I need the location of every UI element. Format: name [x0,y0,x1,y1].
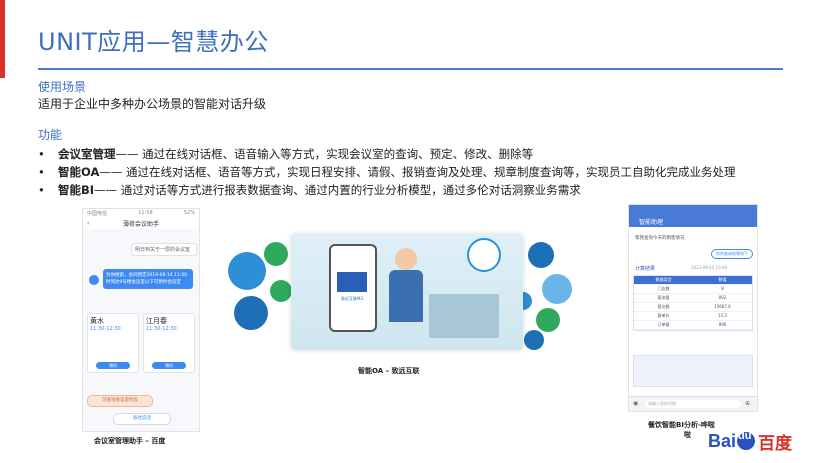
bi-caption-line1: 餐饮智能BI分析-哗啦 [648,421,715,429]
table-cell: 13687.6 [714,304,731,309]
battery-label: 52% [183,210,195,216]
table-cell: 数值 [718,277,727,282]
bubble-circle [228,252,266,290]
bi-assistant-screenshot: 智能助理 帮我查询今天的销售情况 你的查询结果如下 计算结果 2023-09-2… [628,204,758,412]
bot-message: 为你搜索，会同预定2019-08-14 11:00时到达9号楼会议室以下可预约会… [103,269,193,289]
nav-title: 薄荷会议助手 [122,220,159,228]
presenter-head-icon [395,248,417,270]
table-row: 门店数 8 [634,285,752,294]
table-row: 客单价 15.3 [634,312,752,321]
status-bar: 中国电信 11:58 52% [83,209,199,217]
add-icon[interactable]: ⊕ [745,400,753,408]
features-heading: 功能 [38,128,63,142]
suggestion-pill[interactable]: 可查询会议室时段 [87,395,153,407]
table-row: 营业额 13687.6 [634,303,752,312]
clock-label: 11:58 [138,210,153,216]
accent-bar [0,0,5,78]
bullet-mark: • [38,183,45,197]
bubble-circle [528,242,554,268]
logo-bai: Bai [708,430,737,451]
title-divider [38,68,783,70]
feature-desc: —— 通过在线对话框、语音等方式，实现日程安排、请假、报销查询及处理、规章制度查… [99,165,736,179]
chat-input[interactable]: 请输入您的问题 [645,400,741,408]
table-cell: 客单价 [657,313,670,318]
paw-icon: du [737,430,756,450]
table-cell: 数据类型 [655,277,672,282]
result-date: 2023-09-25 10:00 [691,265,728,270]
baidu-logo: Bai du 百度 [708,426,792,456]
app-header: 智能助理 [629,205,757,227]
bubble-circle [524,330,544,350]
feature-desc: —— 通过在线对话框、语音输入等方式，实现会议室的查询、预定、修改、删除等 [115,147,534,161]
input-bar: ◉ 请输入您的问题 ⊕ [629,396,757,411]
feature-item: • 智能OA —— 通过在线对话框、语音等方式，实现日程安排、请假、报销查询及处… [38,163,808,181]
voice-button[interactable]: 按住说话 [113,413,171,425]
feature-item: • 会议室管理 —— 通过在线对话框、语音输入等方式，实现会议室的查询、预定、修… [38,145,808,163]
feature-desc: —— 通过对话等方式进行报表数据查询、通过内置的行业分析模型，通过多伦对话洞察业… [94,183,581,197]
section-title: 计算结果 [635,266,656,272]
oa-caption: 智能OA – 致远互联 [358,367,420,375]
bullet-mark: • [38,147,45,161]
table-row: 数据类型 数值 [634,276,752,285]
phone-device: 致远互联M3 [329,244,377,332]
user-message: 明日到关于一层的会议室 [131,243,197,256]
book-button[interactable]: 预约 [96,362,130,369]
table-cell: 营业额 [657,304,670,309]
table-cell: 896 [718,322,727,327]
meeting-caption: 会议室管理助手 – 百度 [94,437,166,445]
carrier-label: 中国电信 [87,211,108,217]
room-time: 11:30-12:30 [90,326,121,332]
room-name: 江月春 [146,317,167,325]
table-row: 订单量 896 [634,321,752,330]
book-button[interactable]: 预约 [152,362,186,369]
table-cell: 客流量 [657,295,670,300]
robot-head-icon [467,238,501,272]
user-question: 帮我查询今天的销售情况 [635,236,685,241]
result-table: 数据类型 数值 门店数 8 客流量 892 营业额 13687.6 客单价 15.3 订单… [633,275,753,331]
bullet-mark: • [38,165,45,179]
room-name: 黄水 [90,317,104,325]
secondary-result [633,355,753,387]
table-row: 客流量 892 [634,294,752,303]
app-title: 智能助理 [639,219,664,226]
bubble-circle [264,242,288,266]
app-logo-text: 致远互联M3 [341,296,363,301]
bubble-circle [270,280,292,302]
feature-name: 会议室管理 [58,147,116,161]
nav-bar: ‹ 薄荷会议助手 [83,217,199,229]
page-title: UNIT应用—智慧办公 [38,28,269,56]
feature-list: • 会议室管理 —— 通过在线对话框、语音输入等方式，实现会议室的查询、预定、修… [38,145,808,199]
table-cell: 门店数 [657,286,670,291]
feature-item: • 智能BI —— 通过对话等方式进行报表数据查询、通过内置的行业分析模型，通过… [38,181,808,199]
logo-du: du [738,430,752,442]
microphone-icon[interactable]: ◉ [633,400,641,408]
room-time: 11:30-12:30 [146,326,177,332]
logo-chinese: 百度 [758,433,793,454]
reply-tag[interactable]: 你的查询结果如下 [711,249,753,259]
meeting-assistant-screenshot: 中国电信 11:58 52% ‹ 薄荷会议助手 明日到关于一层的会议室 为你搜索… [82,208,200,432]
back-icon[interactable]: ‹ [87,220,89,227]
app-logo-icon [337,272,367,292]
table-cell: 15.3 [718,313,727,318]
office-scene-icon [429,294,499,338]
scenario-text: 适用于企业中多种办公场景的智能对话升级 [38,97,267,111]
table-cell: 8 [721,286,724,291]
bubble-circle [234,296,268,330]
bot-avatar [89,275,99,285]
bubble-circle [536,308,560,332]
bi-caption-line2: 啦 [684,431,691,439]
scenario-heading: 使用场景 [38,80,87,94]
room-card[interactable]: 江月春 11:30-12:30 预约 [143,313,195,373]
presenter-body-icon [389,270,423,322]
feature-name: 智能BI [58,183,95,197]
oa-illustration: 致远互联M3 [228,212,608,362]
bubble-circle [542,274,572,304]
room-card[interactable]: 黄水 11:30-12:30 预约 [87,313,139,373]
feature-name: 智能OA [58,165,100,179]
oa-screen: 致远互联M3 [291,234,523,350]
table-cell: 订单量 [657,322,670,327]
table-cell: 892 [718,295,727,300]
